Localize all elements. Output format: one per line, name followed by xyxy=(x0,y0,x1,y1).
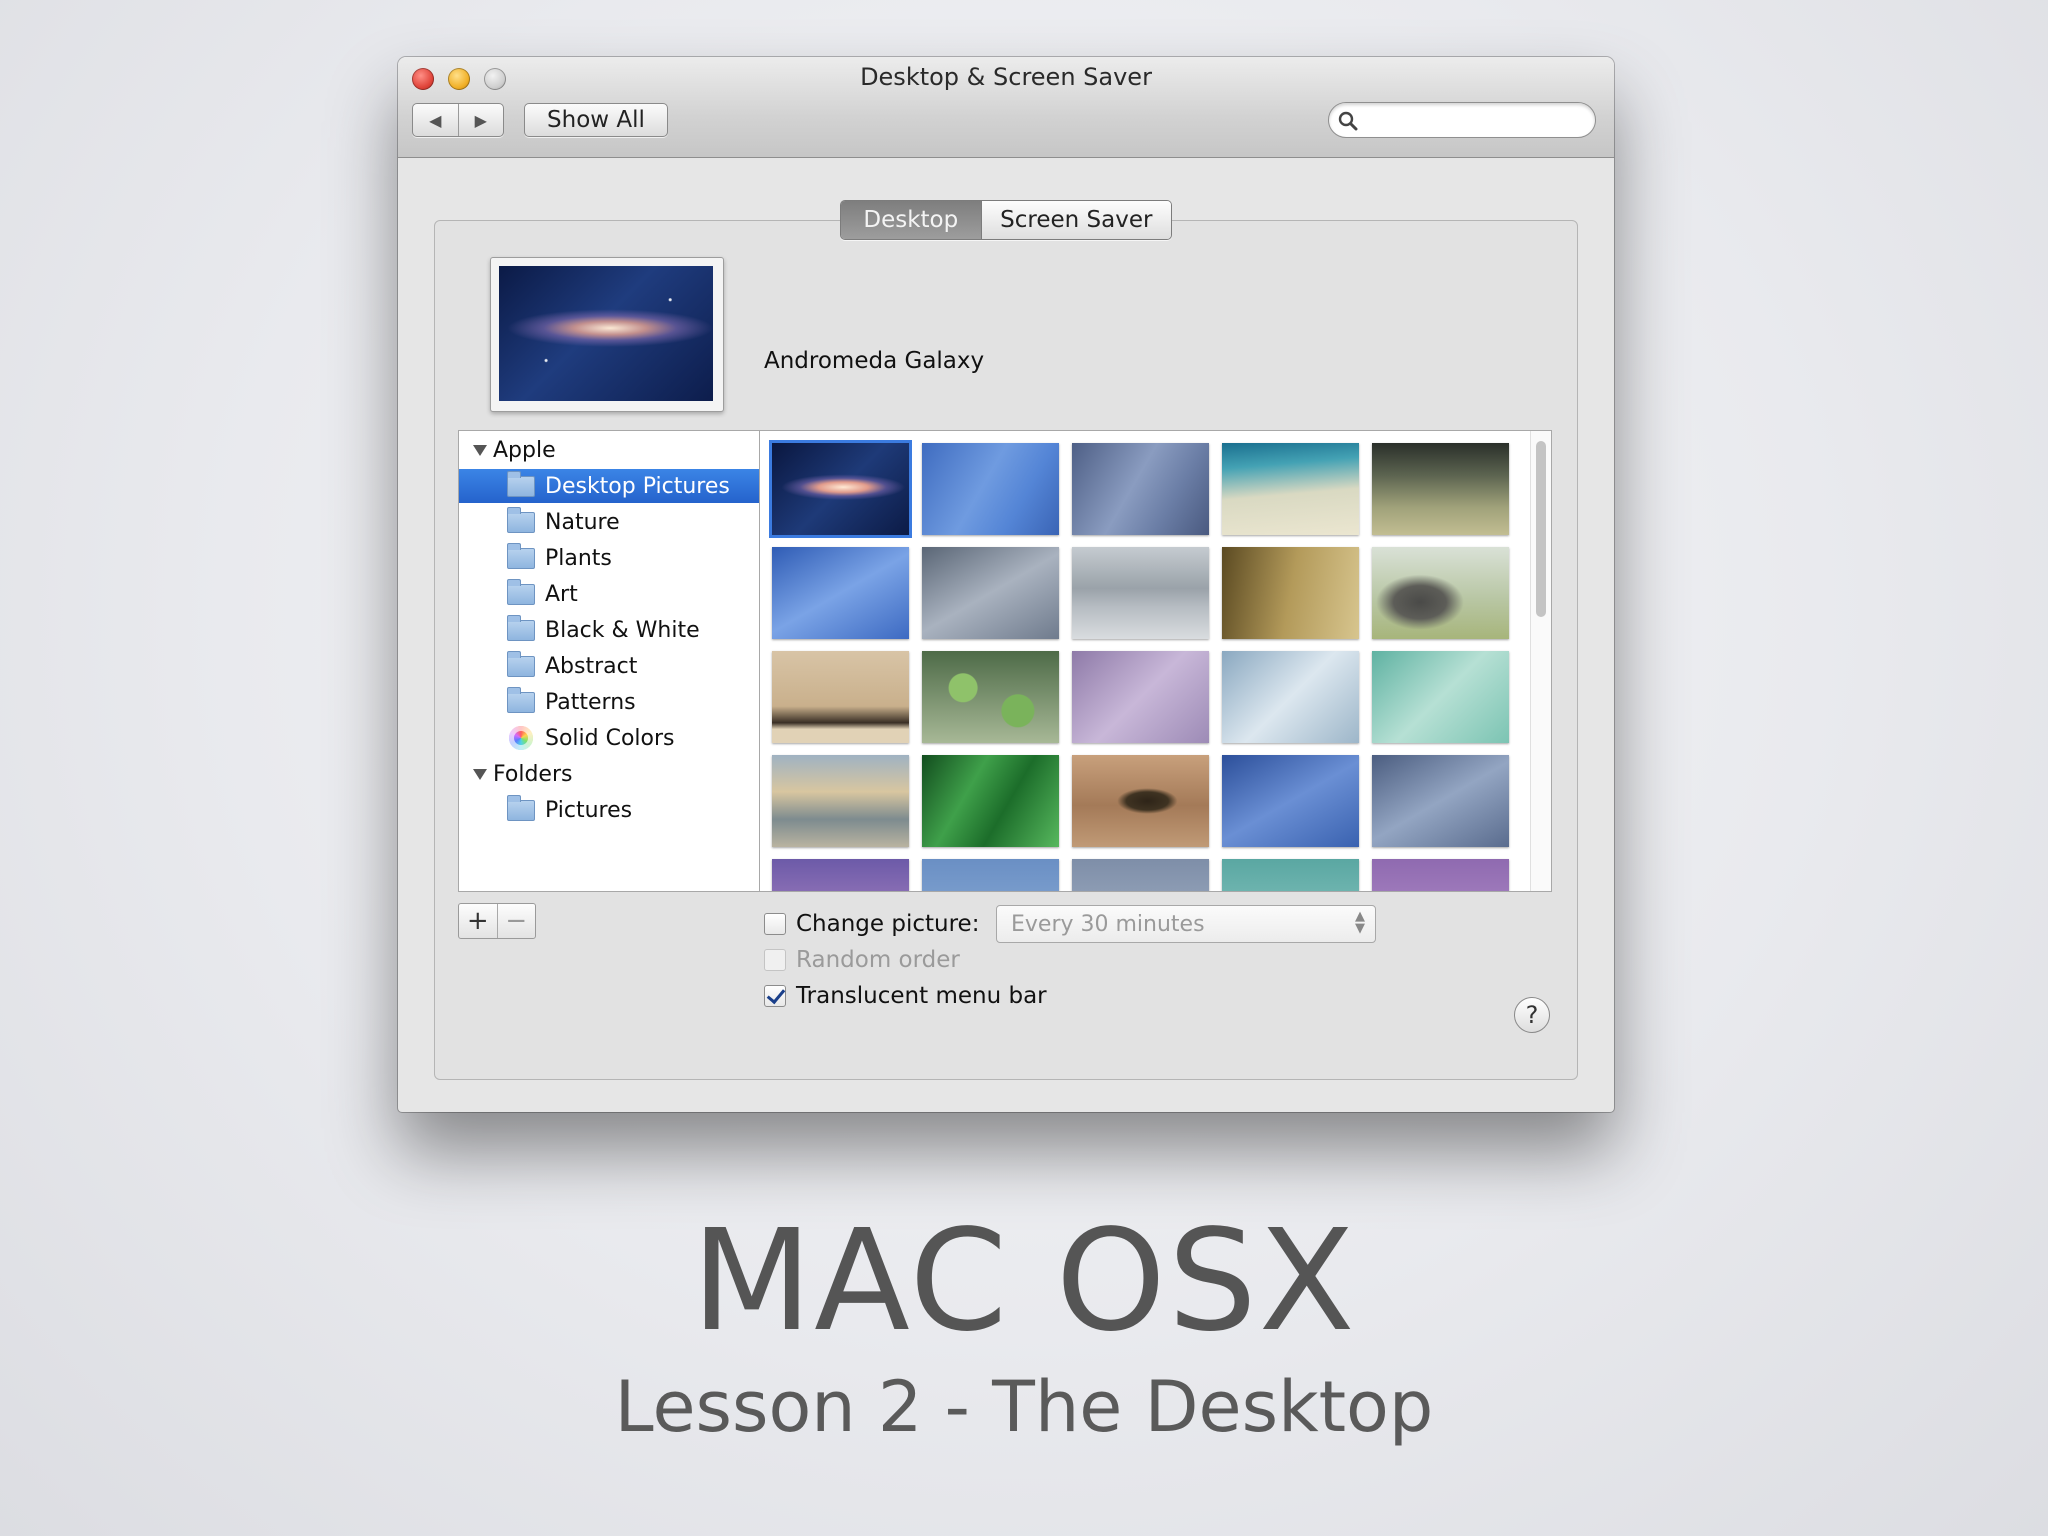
window-title: Desktop & Screen Saver xyxy=(860,63,1152,91)
pictures-folder-icon xyxy=(507,794,535,821)
source-item-plants[interactable]: Plants xyxy=(459,541,759,575)
source-item-art[interactable]: Art xyxy=(459,577,759,611)
folder-icon xyxy=(507,578,535,605)
random-order-label: Random order xyxy=(796,947,960,973)
back-button[interactable]: ◀ xyxy=(413,104,458,136)
wallpaper-thumbnail[interactable] xyxy=(1222,859,1359,891)
wallpaper-preview xyxy=(490,257,724,412)
show-all-button[interactable]: Show All xyxy=(524,103,668,137)
add-remove-control: + − xyxy=(458,903,536,939)
wallpaper-thumbnail[interactable] xyxy=(1222,651,1359,743)
wallpaper-thumbnail[interactable] xyxy=(769,440,912,538)
slide-title: MAC OSX xyxy=(691,1200,1357,1363)
forward-button[interactable]: ▶ xyxy=(457,104,504,136)
folder-icon xyxy=(507,506,535,533)
grid-scrollbar-thumb[interactable] xyxy=(1536,441,1546,617)
folder-icon xyxy=(507,542,535,569)
folder-icon xyxy=(507,686,535,713)
search-icon xyxy=(1338,111,1358,131)
change-picture-checkbox[interactable] xyxy=(764,913,786,935)
wallpaper-thumbnail[interactable] xyxy=(922,755,1059,847)
wallpaper-thumbnail[interactable] xyxy=(1072,755,1209,847)
wallpaper-thumbnail[interactable] xyxy=(922,547,1059,639)
random-order-option[interactable]: Random order xyxy=(764,943,960,977)
wallpaper-thumbnail[interactable] xyxy=(1372,547,1509,639)
wallpaper-thumbnail[interactable] xyxy=(772,547,909,639)
wallpaper-thumbnail[interactable] xyxy=(772,651,909,743)
wallpaper-thumbnail[interactable] xyxy=(772,755,909,847)
title-bar: Desktop & Screen Saver ◀ ▶ Show All xyxy=(398,57,1614,158)
galaxy-preview-image xyxy=(499,266,713,401)
triangle-left-icon: ◀ xyxy=(429,110,442,130)
source-label: Black & White xyxy=(545,617,700,643)
translucent-menu-bar-label: Translucent menu bar xyxy=(796,983,1047,1009)
translucent-menu-bar-checkbox[interactable] xyxy=(764,985,786,1007)
wallpaper-thumbnail[interactable] xyxy=(922,651,1059,743)
disclosure-triangle-icon[interactable] xyxy=(473,444,487,456)
source-group-folders[interactable]: Folders xyxy=(459,757,759,791)
source-label: Art xyxy=(545,581,578,607)
disclosure-triangle-icon[interactable] xyxy=(473,768,487,780)
search-field[interactable] xyxy=(1328,102,1596,138)
wallpaper-grid xyxy=(760,430,1552,892)
wallpaper-thumbnail[interactable] xyxy=(1222,547,1359,639)
triangle-right-icon: ▶ xyxy=(474,110,487,130)
popup-arrows-icon: ▲ ▼ xyxy=(1355,909,1365,936)
tab-desktop[interactable]: Desktop xyxy=(841,201,981,239)
source-label: Solid Colors xyxy=(545,725,675,751)
add-folder-button[interactable]: + xyxy=(459,904,497,938)
wallpaper-thumbnail[interactable] xyxy=(772,859,909,891)
source-label: Abstract xyxy=(545,653,638,679)
wallpaper-thumbnail[interactable] xyxy=(1222,755,1359,847)
slide-subtitle: Lesson 2 - The Desktop xyxy=(614,1366,1434,1448)
source-label: Folders xyxy=(493,761,573,787)
preferences-window: Desktop & Screen Saver ◀ ▶ Show All Desk… xyxy=(398,57,1614,1112)
back-forward-control: ◀ ▶ xyxy=(412,103,504,137)
source-label: Patterns xyxy=(545,689,636,715)
change-picture-label: Change picture: xyxy=(796,911,980,937)
source-item-abstract[interactable]: Abstract xyxy=(459,649,759,683)
interval-value: Every 30 minutes xyxy=(1011,911,1205,937)
wallpaper-thumbnail[interactable] xyxy=(1372,859,1509,891)
folder-icon xyxy=(507,470,535,497)
wallpaper-thumbnail[interactable] xyxy=(1372,651,1509,743)
source-item-solid-colors[interactable]: Solid Colors xyxy=(459,721,759,755)
tab-bar: Desktop Screen Saver xyxy=(840,200,1172,240)
wallpaper-thumbnail[interactable] xyxy=(1072,651,1209,743)
color-wheel-icon xyxy=(509,726,533,750)
source-group-apple[interactable]: Apple xyxy=(459,433,759,467)
source-list: Apple Desktop Pictures Nature Plants Art… xyxy=(458,430,760,892)
wallpaper-thumbnail[interactable] xyxy=(1372,755,1509,847)
source-item-black-white[interactable]: Black & White xyxy=(459,613,759,647)
wallpaper-thumbnail[interactable] xyxy=(1372,443,1509,535)
wallpaper-thumbnail[interactable] xyxy=(1222,443,1359,535)
translucent-menu-bar-option[interactable]: Translucent menu bar xyxy=(764,979,1047,1013)
grid-scrollbar[interactable] xyxy=(1530,431,1551,891)
random-order-checkbox[interactable] xyxy=(764,949,786,971)
source-item-nature[interactable]: Nature xyxy=(459,505,759,539)
source-label: Plants xyxy=(545,545,612,571)
source-label: Apple xyxy=(493,437,556,463)
wallpaper-thumbnail[interactable] xyxy=(922,443,1059,535)
wallpaper-thumbnail[interactable] xyxy=(922,859,1059,891)
source-item-pictures[interactable]: Pictures xyxy=(459,793,759,827)
wallpaper-thumbnail[interactable] xyxy=(1072,443,1209,535)
wallpaper-thumbnail[interactable] xyxy=(1072,547,1209,639)
change-picture-option[interactable]: Change picture: xyxy=(764,907,979,941)
source-label: Nature xyxy=(545,509,620,535)
tab-screen-saver[interactable]: Screen Saver xyxy=(980,201,1171,239)
wallpaper-name: Andromeda Galaxy xyxy=(764,348,985,374)
remove-folder-button[interactable]: − xyxy=(496,904,536,938)
source-item-patterns[interactable]: Patterns xyxy=(459,685,759,719)
folder-icon xyxy=(507,650,535,677)
help-button[interactable]: ? xyxy=(1514,997,1550,1033)
change-interval-popup[interactable]: Every 30 minutes ▲ ▼ xyxy=(996,905,1376,943)
wallpaper-thumbnail[interactable] xyxy=(1072,859,1209,891)
source-label: Desktop Pictures xyxy=(545,473,730,499)
source-label: Pictures xyxy=(545,797,633,823)
source-item-desktop-pictures[interactable]: Desktop Pictures xyxy=(459,469,759,503)
folder-icon xyxy=(507,614,535,641)
